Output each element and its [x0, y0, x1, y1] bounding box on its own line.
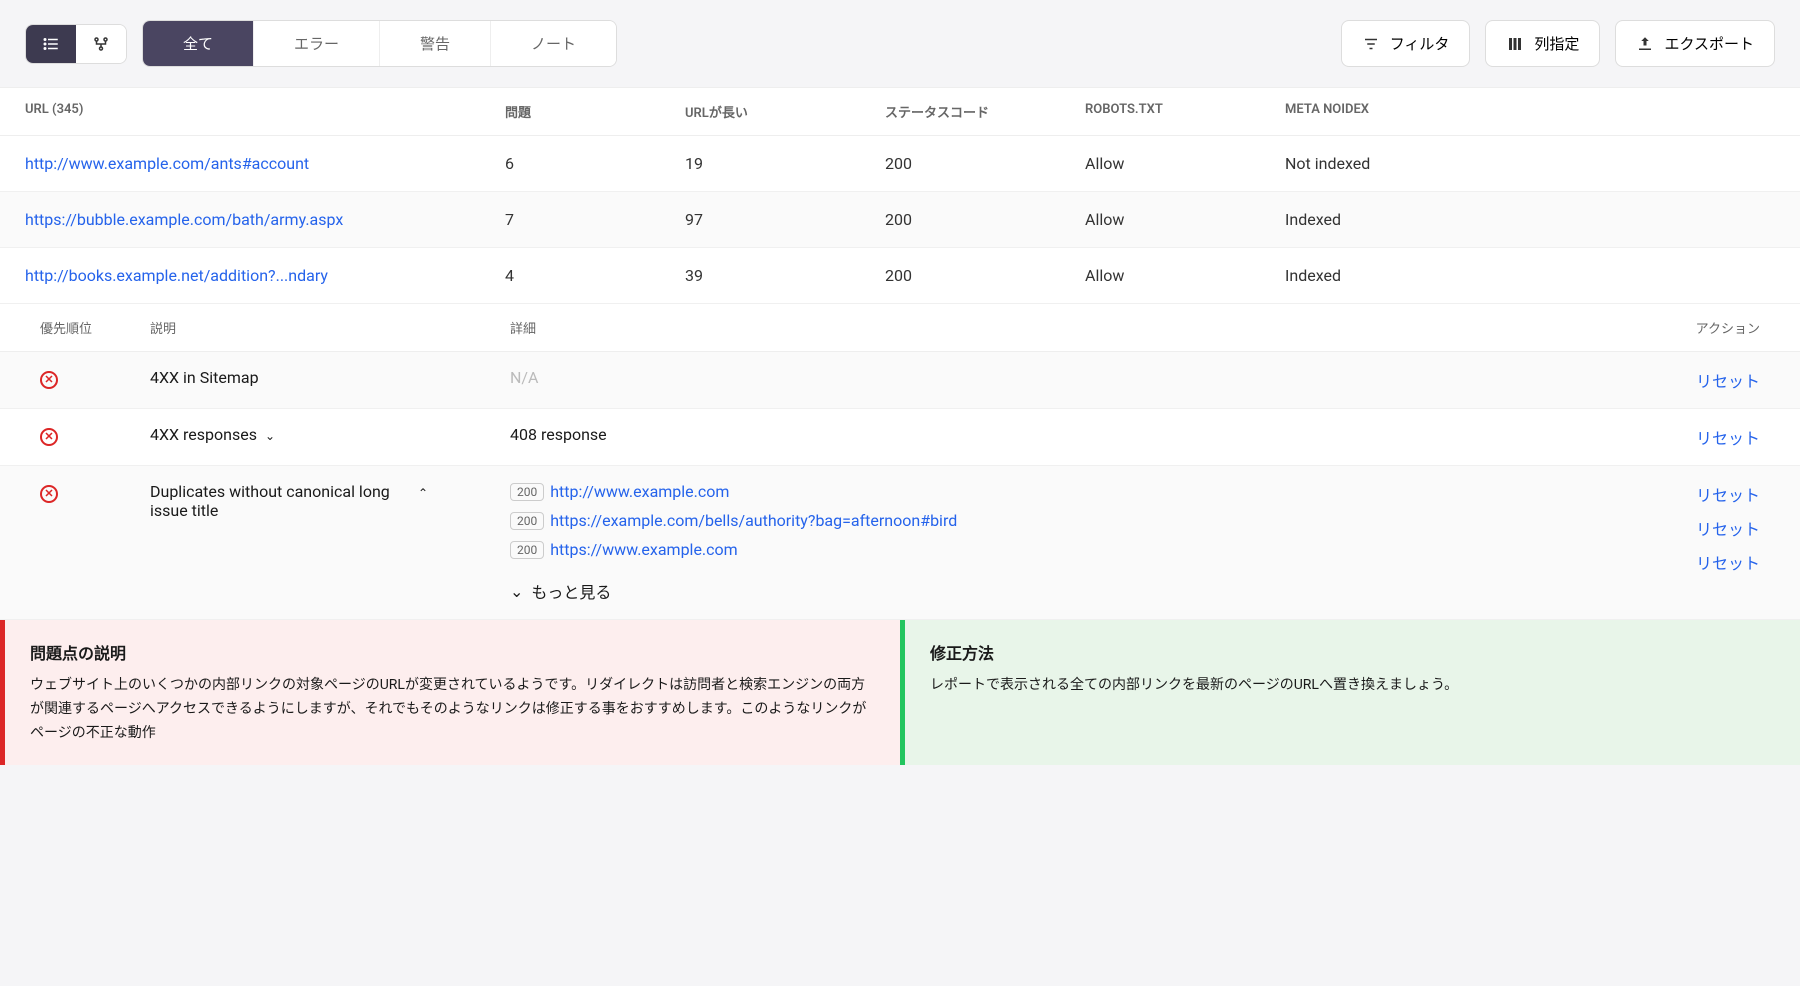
issue-desc[interactable]: 4XX responses⌄	[150, 425, 510, 444]
cell-status: 200	[885, 266, 1085, 285]
tree-view-button[interactable]	[76, 25, 126, 63]
filter-label: フィルタ	[1390, 33, 1450, 54]
export-label: エクスポート	[1664, 33, 1754, 54]
columns-label: 列指定	[1534, 33, 1579, 54]
cell-url-long: 97	[685, 210, 885, 229]
col-meta[interactable]: META NOIDEX	[1285, 102, 1485, 121]
table-row[interactable]: http://books.example.net/addition?...nda…	[0, 248, 1800, 304]
cell-meta: Indexed	[1285, 210, 1485, 229]
reset-link[interactable]: リセット	[1610, 425, 1760, 449]
col-action: アクション	[1610, 318, 1760, 337]
status-badge: 200	[510, 483, 544, 501]
problem-panel: 問題点の説明 ウェブサイト上のいくつかの内部リンクの対象ページのURLが変更され…	[0, 620, 900, 765]
cell-url-long: 19	[685, 154, 885, 173]
info-panels: 問題点の説明 ウェブサイト上のいくつかの内部リンクの対象ページのURLが変更され…	[0, 620, 1800, 765]
panel-title: 問題点の説明	[30, 640, 875, 664]
list-view-button[interactable]	[26, 25, 76, 63]
list-icon	[42, 35, 60, 53]
table-row[interactable]: https://bubble.example.com/bath/army.asp…	[0, 192, 1800, 248]
issue-row: ✕ 4XX responses⌄ 408 response リセット	[0, 409, 1800, 466]
toolbar: 全て エラー 警告 ノート フィルタ 列指定 エクスポート	[0, 0, 1800, 87]
cell-issues: 7	[505, 210, 685, 229]
cell-robots: Allow	[1085, 154, 1285, 173]
status-badge: 200	[510, 512, 544, 530]
col-url[interactable]: URL (345)	[25, 102, 505, 121]
reset-link[interactable]: リセット	[1610, 516, 1760, 540]
list-item: 200 http://www.example.com	[510, 482, 1610, 501]
issue-detail: N/A	[510, 368, 1610, 387]
tab-note[interactable]: ノート	[491, 21, 616, 66]
url-link[interactable]: https://www.example.com	[550, 540, 737, 559]
list-item: 200 https://example.com/bells/authority?b…	[510, 511, 1610, 530]
cell-issues: 4	[505, 266, 685, 285]
chevron-down-icon: ⌄	[265, 429, 275, 443]
columns-icon	[1506, 35, 1524, 53]
col-status[interactable]: ステータスコード	[885, 102, 1085, 121]
table-row[interactable]: http://www.example.com/ants#account 6 19…	[0, 136, 1800, 192]
error-icon: ✕	[40, 371, 58, 389]
cell-url-long: 39	[685, 266, 885, 285]
reset-link[interactable]: リセット	[1610, 550, 1760, 574]
export-button[interactable]: エクスポート	[1615, 20, 1775, 67]
issues-header: 優先順位 説明 詳細 アクション	[0, 304, 1800, 352]
reset-link[interactable]: リセット	[1610, 482, 1760, 506]
panel-title: 修正方法	[930, 640, 1775, 664]
fix-panel: 修正方法 レポートで表示される全ての内部リンクを最新のページのURLへ置き換えま…	[900, 620, 1800, 765]
status-badge: 200	[510, 541, 544, 559]
url-link[interactable]: http://www.example.com	[550, 482, 729, 501]
url-link[interactable]: https://example.com/bells/authority?bag=…	[550, 511, 957, 530]
chevron-down-icon: ⌄	[510, 582, 523, 601]
filter-icon	[1362, 35, 1380, 53]
duplicate-list: 200 http://www.example.com 200 https://exa…	[510, 482, 1610, 603]
cell-robots: Allow	[1085, 210, 1285, 229]
reset-link[interactable]: リセット	[1610, 368, 1760, 392]
table-header: URL (345) 問題 URLが長い ステータスコード ROBOTS.TXT …	[0, 87, 1800, 136]
columns-button[interactable]: 列指定	[1485, 20, 1600, 67]
panel-body: レポートで表示される全ての内部リンクを最新のページのURLへ置き換えましょう。	[930, 674, 1775, 698]
col-robots[interactable]: ROBOTS.TXT	[1085, 102, 1285, 121]
error-icon: ✕	[40, 428, 58, 446]
issue-desc[interactable]: Duplicates without canonical long issue …	[150, 482, 510, 520]
cell-meta: Indexed	[1285, 266, 1485, 285]
url-link[interactable]: http://www.example.com/ants#account	[25, 154, 309, 173]
tree-icon	[92, 35, 110, 53]
chevron-up-icon: ⌃	[418, 486, 428, 500]
filter-tabs: 全て エラー 警告 ノート	[142, 20, 617, 67]
issue-detail: 408 response	[510, 425, 1610, 444]
issue-desc: 4XX in Sitemap	[150, 368, 510, 387]
export-icon	[1636, 35, 1654, 53]
tab-error[interactable]: エラー	[254, 21, 380, 66]
filter-button[interactable]: フィルタ	[1341, 20, 1471, 67]
show-more[interactable]: ⌄もっと見る	[510, 569, 1610, 603]
url-link[interactable]: https://bubble.example.com/bath/army.asp…	[25, 210, 343, 229]
cell-robots: Allow	[1085, 266, 1285, 285]
col-url-long[interactable]: URLが長い	[685, 102, 885, 121]
list-item: 200 https://www.example.com	[510, 540, 1610, 559]
panel-body: ウェブサイト上のいくつかの内部リンクの対象ページのURLが変更されているようです…	[30, 674, 875, 745]
issue-row-expanded: ✕ Duplicates without canonical long issu…	[0, 466, 1800, 620]
url-table: URL (345) 問題 URLが長い ステータスコード ROBOTS.TXT …	[0, 87, 1800, 304]
col-priority: 優先順位	[40, 318, 150, 337]
cell-meta: Not indexed	[1285, 154, 1485, 173]
tab-all[interactable]: 全て	[143, 21, 254, 66]
cell-status: 200	[885, 210, 1085, 229]
col-detail: 詳細	[510, 318, 1610, 337]
tab-warning[interactable]: 警告	[380, 21, 491, 66]
url-link[interactable]: http://books.example.net/addition?...nda…	[25, 266, 328, 285]
view-toggle	[25, 24, 127, 64]
col-desc: 説明	[150, 318, 510, 337]
error-icon: ✕	[40, 485, 58, 503]
issue-row: ✕ 4XX in Sitemap N/A リセット	[0, 352, 1800, 409]
cell-status: 200	[885, 154, 1085, 173]
col-issues[interactable]: 問題	[505, 102, 685, 121]
cell-issues: 6	[505, 154, 685, 173]
